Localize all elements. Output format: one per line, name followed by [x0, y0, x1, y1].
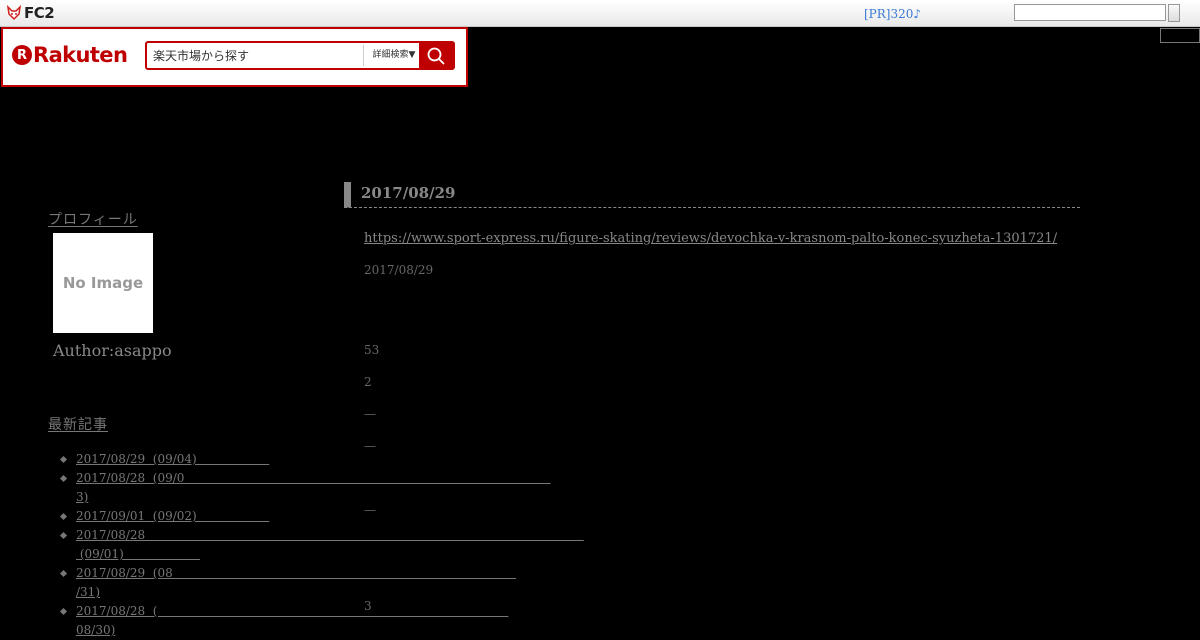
entry-posted-date: 2017/08/29 [364, 263, 434, 277]
rakuten-search-button[interactable] [419, 41, 453, 70]
list-item: 2017/08/29 (08 /31) [60, 564, 700, 602]
author-name: Author:asappo [53, 341, 172, 360]
recent-entry-link[interactable]: 2017/08/28 ( 08/30) [76, 604, 508, 637]
fc2-header-bar: FC2 [PR]320♪ [0, 0, 1200, 27]
entry-date-heading-text: 2017/08/29 [361, 184, 456, 202]
fc2-search-input[interactable] [1014, 4, 1166, 21]
detail-search-dropdown[interactable]: 詳細検索▼ [363, 45, 424, 66]
list-item: 2017/08/28 (09/01) [60, 526, 700, 564]
entry-stat: — [364, 439, 376, 453]
rakuten-search-widget: R Rakuten 詳細検索▼ [1, 27, 468, 87]
rakuten-logo[interactable]: R Rakuten [12, 43, 128, 67]
fc2-search-button[interactable] [1168, 4, 1180, 22]
fc2-fox-icon [6, 5, 22, 21]
no-image-text: No Image [62, 274, 144, 292]
recent-entries-list: 2017/08/29 (09/04) 2017/08/28 (09/0 3) 2… [60, 450, 700, 640]
entry-article-link[interactable]: https://www.sport-express.ru/figure-skat… [364, 231, 1057, 246]
list-item: 2017/08/28 (09/0 3) [60, 469, 700, 507]
profile-avatar: No Image [53, 233, 153, 333]
fc2-logo-text: FC2 [24, 4, 55, 22]
pr-link[interactable]: [PR]320♪ [864, 7, 921, 21]
search-icon [427, 47, 445, 65]
rakuten-logo-text: Rakuten [33, 43, 128, 67]
entry-stat: — [364, 503, 376, 517]
fc2-logo[interactable]: FC2 [6, 4, 55, 22]
entry-stat: 53 [364, 343, 380, 357]
list-item: 2017/08/28 ( 08/30) [60, 602, 700, 640]
corner-box [1160, 28, 1200, 43]
entry-stat: — [364, 407, 376, 421]
recent-entry-link[interactable]: 2017/08/28 (09/01) [76, 528, 584, 561]
rakuten-search-input[interactable] [147, 43, 375, 68]
recent-entry-link[interactable]: 2017/08/29 (08 /31) [76, 566, 516, 599]
recent-entry-link[interactable]: 2017/09/01 (09/02) [76, 509, 269, 523]
recent-entry-link[interactable]: 2017/08/28 (09/0 3) [76, 471, 551, 504]
list-item: 2017/09/01 (09/02) [60, 507, 700, 526]
recent-entry-link[interactable]: 2017/08/29 (09/04) [76, 452, 269, 466]
entry-stat: 2 [364, 375, 372, 389]
profile-title: プロフィール [48, 212, 138, 228]
entry-date-heading: 2017/08/29 [344, 182, 1080, 208]
rakuten-search-box: 詳細検索▼ [145, 41, 455, 70]
recent-entries-title: 最新記事 [48, 417, 108, 433]
rakuten-r-icon: R [12, 45, 32, 65]
list-item: 2017/08/29 (09/04) [60, 450, 700, 469]
entry-stat: 3 [364, 599, 372, 613]
